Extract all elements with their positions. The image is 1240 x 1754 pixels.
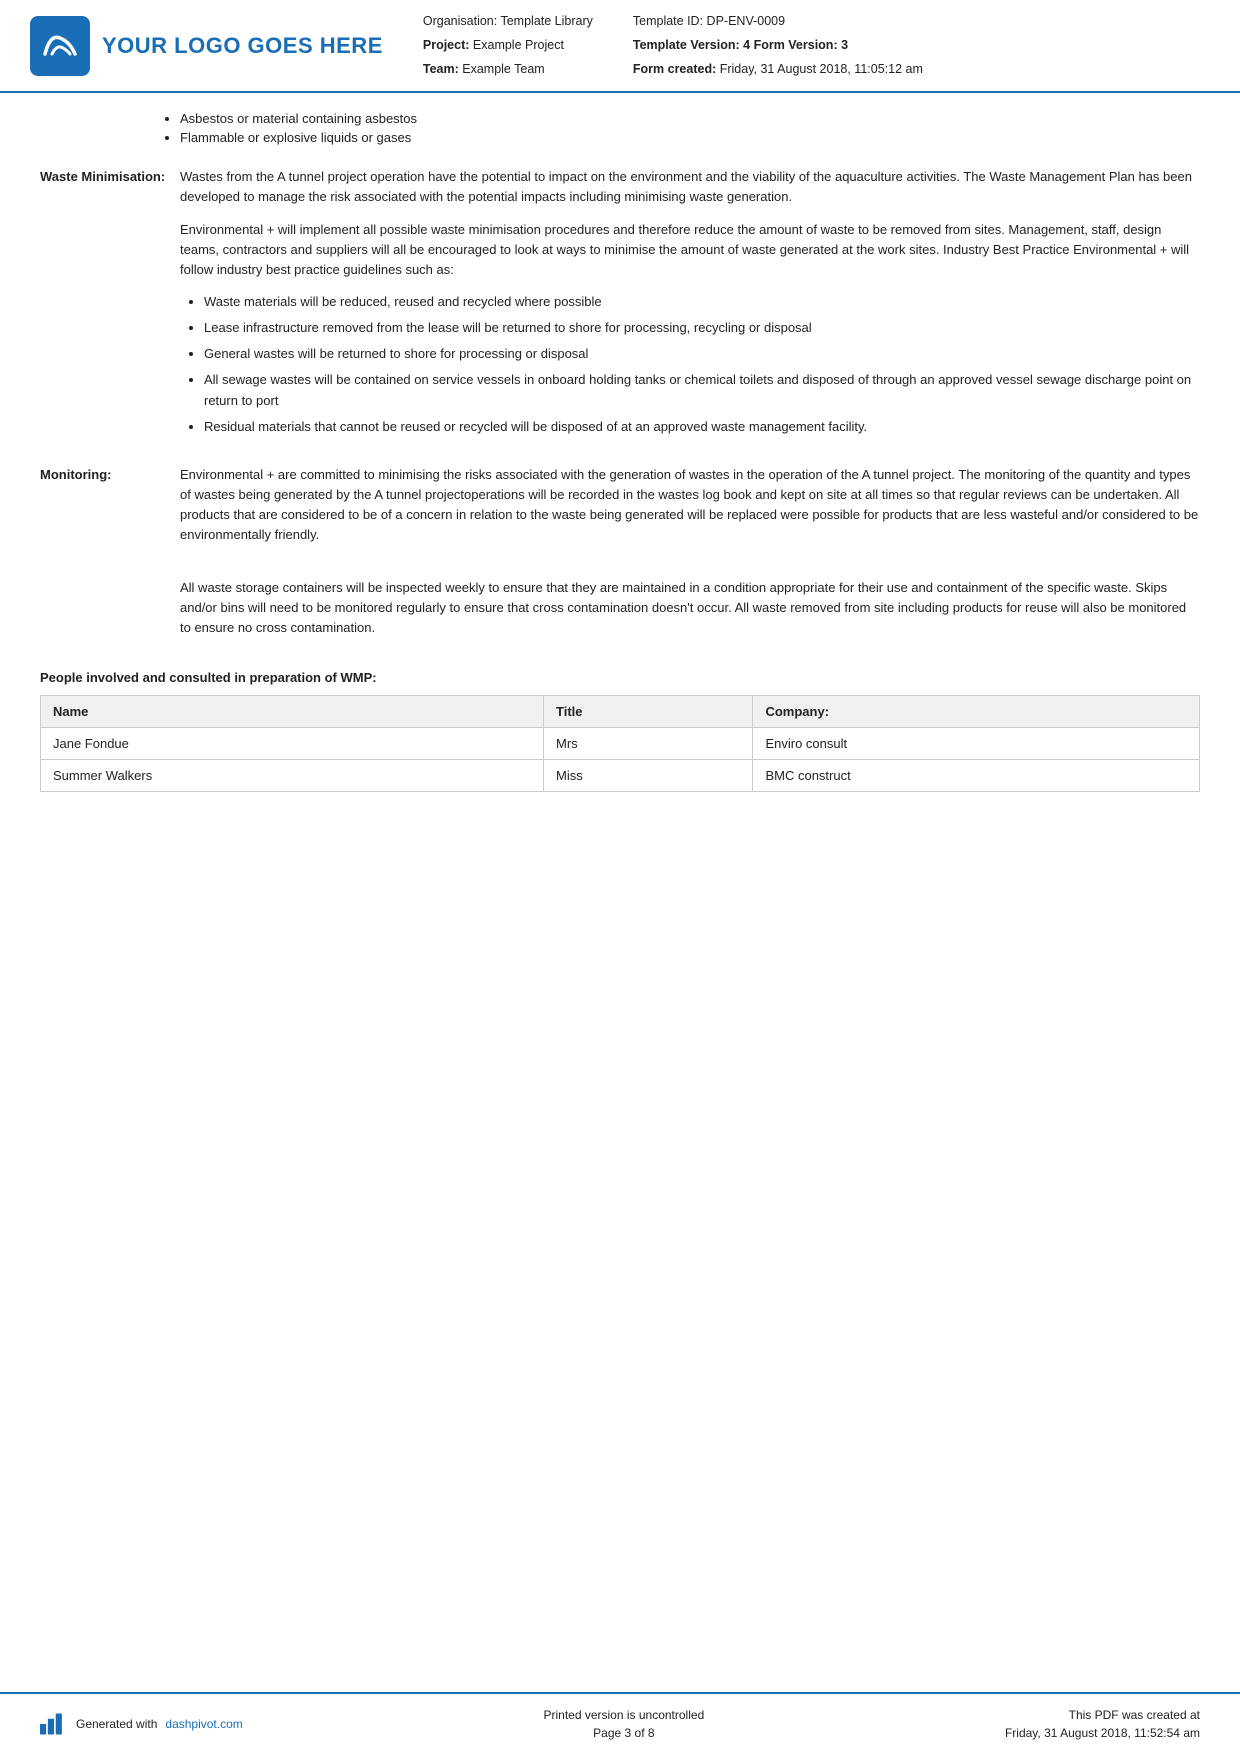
people-table: Name Title Company: Jane Fondue Mrs Envi… bbox=[40, 695, 1200, 792]
people-row-1-company: Enviro consult bbox=[753, 727, 1200, 759]
people-row-1-title: Mrs bbox=[544, 727, 753, 759]
footer-uncontrolled: Printed version is uncontrolled bbox=[543, 1706, 704, 1724]
people-row-2-company: BMC construct bbox=[753, 759, 1200, 791]
people-table-header-row: Name Title Company: bbox=[41, 695, 1200, 727]
intro-bullet-1: Asbestos or material containing asbestos bbox=[180, 111, 1200, 126]
people-row-1-name: Jane Fondue bbox=[41, 727, 544, 759]
waste-minimisation-para-2: Environmental + will implement all possi… bbox=[180, 220, 1200, 280]
header-meta-left: Organisation: Template Library Project: … bbox=[423, 10, 593, 81]
waste-bullet-3: General wastes will be returned to shore… bbox=[204, 344, 1200, 364]
footer-page: Page 3 of 8 bbox=[543, 1724, 704, 1742]
logo-area: YOUR LOGO GOES HERE bbox=[30, 10, 383, 81]
footer-right: This PDF was created at Friday, 31 Augus… bbox=[1005, 1706, 1200, 1742]
template-version-label: Template Version: bbox=[633, 38, 740, 52]
footer-pdf-line2: Friday, 31 August 2018, 11:52:54 am bbox=[1005, 1724, 1200, 1742]
form-version-value: 3 bbox=[841, 38, 848, 52]
col-company: Company: bbox=[753, 695, 1200, 727]
project-label: Project: bbox=[423, 38, 470, 52]
template-version-line: Template Version: 4 Form Version: 3 bbox=[633, 34, 923, 58]
people-table-head: Name Title Company: bbox=[41, 695, 1200, 727]
org-label: Organisation: bbox=[423, 14, 497, 28]
people-row-2-name: Summer Walkers bbox=[41, 759, 544, 791]
footer-left: Generated with dashpivot.com bbox=[40, 1713, 243, 1735]
logo-text: YOUR LOGO GOES HERE bbox=[102, 33, 383, 59]
monitoring-label: Monitoring: bbox=[40, 465, 180, 650]
waste-bullet-2: Lease infrastructure removed from the le… bbox=[204, 318, 1200, 338]
org-value: Template Library bbox=[500, 14, 592, 28]
waste-bullet-1: Waste materials will be reduced, reused … bbox=[204, 292, 1200, 312]
intro-bullets: Asbestos or material containing asbestos… bbox=[40, 93, 1200, 167]
people-table-body: Jane Fondue Mrs Enviro consult Summer Wa… bbox=[41, 727, 1200, 791]
dashpivot-link[interactable]: dashpivot.com bbox=[165, 1717, 242, 1731]
team-line: Team: Example Team bbox=[423, 58, 593, 82]
col-title: Title bbox=[544, 695, 753, 727]
waste-bullet-5: Residual materials that cannot be reused… bbox=[204, 417, 1200, 437]
logo-icon bbox=[30, 16, 90, 76]
monitoring-para-1: Environmental + are committed to minimis… bbox=[180, 465, 1200, 546]
project-value: Example Project bbox=[473, 38, 564, 52]
header-meta-right: Template ID: DP-ENV-0009 Template Versio… bbox=[633, 10, 923, 81]
header: YOUR LOGO GOES HERE Organisation: Templa… bbox=[0, 0, 1240, 93]
template-id-value: DP-ENV-0009 bbox=[707, 14, 786, 28]
template-version-value: 4 bbox=[743, 38, 750, 52]
header-meta: Organisation: Template Library Project: … bbox=[403, 10, 1200, 81]
template-id-line: Template ID: DP-ENV-0009 bbox=[633, 10, 923, 34]
form-created-value: Friday, 31 August 2018, 11:05:12 am bbox=[720, 62, 923, 76]
content: Asbestos or material containing asbestos… bbox=[0, 93, 1240, 1754]
team-value: Example Team bbox=[462, 62, 544, 76]
generated-text: Generated with bbox=[76, 1717, 157, 1731]
footer: Generated with dashpivot.com Printed ver… bbox=[0, 1692, 1240, 1754]
col-name: Name bbox=[41, 695, 544, 727]
page: YOUR LOGO GOES HERE Organisation: Templa… bbox=[0, 0, 1240, 1754]
template-id-label: Template ID: bbox=[633, 14, 703, 28]
people-row-2-title: Miss bbox=[544, 759, 753, 791]
waste-minimisation-para-1: Wastes from the A tunnel project operati… bbox=[180, 167, 1200, 207]
monitoring-body: Environmental + are committed to minimis… bbox=[180, 465, 1200, 650]
monitoring-para-2: All waste storage containers will be ins… bbox=[180, 578, 1200, 638]
monitoring-section: Monitoring: Environmental + are committe… bbox=[40, 465, 1200, 650]
project-line: Project: Example Project bbox=[423, 34, 593, 58]
waste-minimisation-body: Wastes from the A tunnel project operati… bbox=[180, 167, 1200, 449]
form-created-line: Form created: Friday, 31 August 2018, 11… bbox=[633, 58, 923, 82]
people-row-1: Jane Fondue Mrs Enviro consult bbox=[41, 727, 1200, 759]
footer-pdf-line1: This PDF was created at bbox=[1005, 1706, 1200, 1724]
waste-minimisation-section: Waste Minimisation: Wastes from the A tu… bbox=[40, 167, 1200, 449]
intro-bullet-2: Flammable or explosive liquids or gases bbox=[180, 130, 1200, 145]
footer-center: Printed version is uncontrolled Page 3 o… bbox=[543, 1706, 704, 1742]
waste-minimisation-bullets: Waste materials will be reduced, reused … bbox=[180, 292, 1200, 437]
team-label: Team: bbox=[423, 62, 459, 76]
people-row-2: Summer Walkers Miss BMC construct bbox=[41, 759, 1200, 791]
people-heading: People involved and consulted in prepara… bbox=[40, 670, 1200, 685]
form-version-label: Form Version: bbox=[754, 38, 838, 52]
org-line: Organisation: Template Library bbox=[423, 10, 593, 34]
intro-bullet-list: Asbestos or material containing asbestos… bbox=[160, 111, 1200, 145]
dashpivot-icon bbox=[40, 1713, 68, 1735]
form-created-label: Form created: bbox=[633, 62, 716, 76]
waste-bullet-4: All sewage wastes will be contained on s… bbox=[204, 370, 1200, 410]
people-section: People involved and consulted in prepara… bbox=[40, 670, 1200, 792]
waste-minimisation-label: Waste Minimisation: bbox=[40, 167, 180, 449]
